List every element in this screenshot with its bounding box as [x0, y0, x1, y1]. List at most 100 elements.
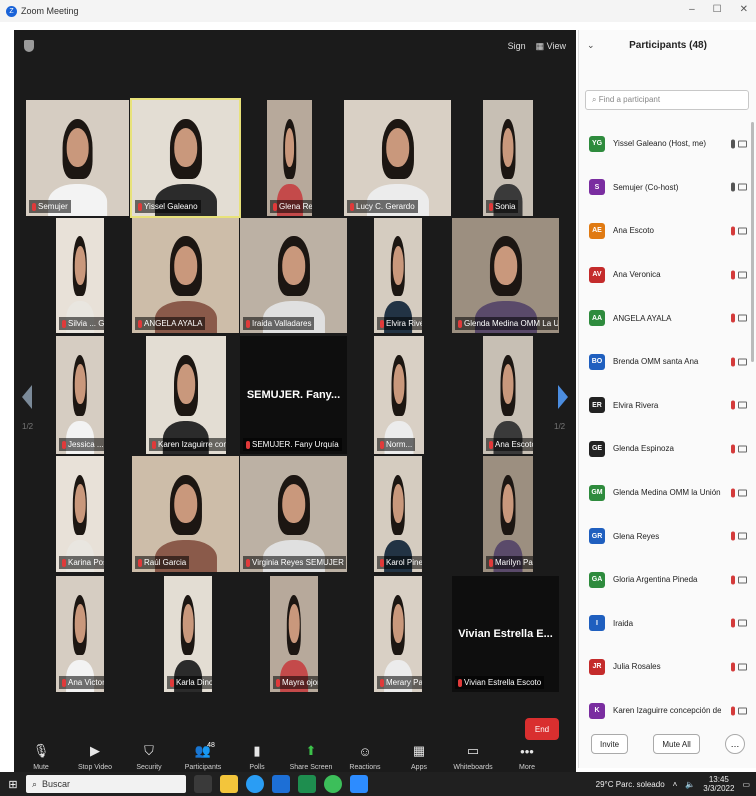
participant-row[interactable]: ER Elvira Rivera — [579, 384, 756, 428]
participant-name: Iraida — [613, 618, 634, 628]
whiteboard-icon: ▭ — [466, 743, 480, 758]
notifications-icon[interactable]: ▭ — [742, 780, 750, 789]
muted-mic-icon — [138, 319, 142, 328]
participant-row[interactable]: AA ANGELA AYALA — [579, 296, 756, 340]
tray-arrow-icon[interactable]: ˄ — [673, 780, 678, 789]
muted-mic-icon — [489, 440, 493, 449]
toolbar-shield-button[interactable]: ⛉ Security — [122, 742, 176, 771]
participant-status-icons — [731, 531, 747, 541]
video-tile[interactable]: Norm... — [374, 336, 424, 454]
video-tile[interactable]: Mayra ojorto herrera — [270, 576, 318, 692]
video-tile[interactable]: ANGELA AYALA — [132, 218, 239, 333]
tile-name-label: SEMUJER. Fany Urquía — [252, 440, 339, 449]
video-tile[interactable]: Elvira Rivera — [374, 218, 422, 333]
tile-name-label: Elvira Rivera — [386, 319, 422, 328]
muted-mic-icon — [731, 488, 735, 498]
invite-button[interactable]: Invite — [591, 734, 629, 754]
maximize-icon[interactable]: ☐ — [713, 4, 722, 15]
taskbar-search-box[interactable]: ⌕ Buscar — [26, 775, 186, 793]
toolbar-whiteboard-button[interactable]: ▭ Whiteboards — [446, 742, 500, 771]
person-face — [284, 127, 295, 168]
participant-row[interactable]: GA Gloria Argentina Pineda — [579, 558, 756, 602]
video-tile[interactable]: Karen Izaguirre concepción d... — [146, 336, 226, 454]
tile-name-label: Merary Padilla — [386, 678, 422, 687]
video-tile[interactable]: Merary Padilla — [374, 576, 422, 692]
tile-name-label: Vivian Estrella Escoto — [464, 678, 542, 687]
toolbar-label: Polls — [249, 764, 265, 771]
participant-row[interactable]: I Iraida — [579, 602, 756, 646]
previous-page-arrow-icon[interactable] — [22, 385, 32, 409]
zoom-taskbar-icon[interactable] — [350, 775, 368, 793]
windows-start-icon[interactable]: ⊞ — [0, 778, 26, 791]
video-tile[interactable]: Karina Posadas — [56, 456, 104, 572]
video-tile[interactable]: Glena Reyes — [267, 100, 312, 216]
video-tile[interactable]: Karla Dinora Colindres — [164, 576, 212, 692]
sign-label[interactable]: Sign — [508, 41, 526, 51]
participant-row[interactable]: JR Julia Rosales — [579, 645, 756, 689]
participant-row[interactable]: BO Brenda OMM santa Ana — [579, 340, 756, 384]
tile-name-label: Yissel Galeano — [144, 202, 198, 211]
participant-list: YG Yissel Galeano (Host, me) S Semujer (Co-… — [579, 122, 756, 732]
end-meeting-button[interactable]: End — [525, 718, 559, 740]
edge-browser-icon[interactable] — [246, 775, 264, 793]
video-tile[interactable]: Marilyn Padilla — [483, 456, 533, 572]
file-explorer-icon[interactable] — [220, 775, 238, 793]
video-tile[interactable]: Iraida Valladares — [240, 218, 347, 333]
video-tile[interactable]: Ana Victoria — [56, 576, 104, 692]
participant-list-scrollbar[interactable] — [751, 122, 754, 362]
word-icon[interactable] — [272, 775, 290, 793]
video-tile[interactable]: Semujer — [26, 100, 129, 216]
person-face — [177, 364, 195, 405]
mute-all-button[interactable]: Mute All — [653, 734, 700, 754]
video-tile[interactable]: Karol Pineda — [374, 456, 422, 572]
toolbar-more-button[interactable]: ••• More — [500, 742, 554, 772]
whatsapp-icon[interactable] — [324, 775, 342, 793]
toolbar-video-camera-button[interactable]: ▶ Stop Video — [68, 742, 122, 771]
tile-name-tag: Iraida Valladares — [243, 317, 315, 330]
participant-search-input[interactable]: ⌕ Find a participant — [585, 90, 749, 110]
participant-row[interactable]: AV Ana Veronica — [579, 253, 756, 297]
task-view-icon[interactable] — [194, 775, 212, 793]
toolbar-apps-button[interactable]: ▦ Apps — [392, 742, 446, 771]
person-face — [74, 245, 86, 285]
mic-icon — [731, 139, 735, 149]
participant-row[interactable]: GE Glenda Espinoza — [579, 427, 756, 471]
toolbar-participants-button[interactable]: 👥 Participants 48 — [176, 742, 230, 771]
video-tile[interactable]: Yissel Galeano — [130, 98, 241, 218]
excel-icon[interactable] — [298, 775, 316, 793]
view-button[interactable]: ▦ View — [536, 41, 566, 52]
participant-row[interactable]: S Semujer (Co-host) — [579, 166, 756, 210]
participant-row[interactable]: GM Glenda Medina OMM la Unión — [579, 471, 756, 515]
video-tile[interactable]: Sonia — [483, 100, 533, 216]
toolbar-poll-button[interactable]: ▮ Polls — [230, 742, 284, 771]
toolbar-microphone-button[interactable]: 🎙 Mute — [14, 742, 68, 771]
taskbar-clock[interactable]: 13:45 3/3/2022 — [703, 775, 734, 793]
poll-icon: ▮ — [253, 743, 261, 758]
toolbar-share-screen-button[interactable]: ⬆ Share Screen — [284, 742, 338, 771]
video-tile[interactable]: Vivian Estrella E... Vivian Estrella Esco… — [452, 576, 559, 692]
toolbar-reactions-button[interactable]: ☺ Reactions — [338, 742, 392, 772]
participant-row[interactable]: K Karen Izaguirre concepción del... — [579, 689, 756, 733]
encryption-shield-icon[interactable] — [24, 40, 34, 52]
speaker-icon[interactable]: 🔈 — [685, 780, 695, 789]
participant-row[interactable]: GR Glena Reyes — [579, 514, 756, 558]
weather-widget[interactable]: 29°C Parc. soleado — [596, 780, 665, 789]
video-tile[interactable]: Lucy C. Gerardo — [344, 100, 451, 216]
video-tile[interactable]: SEMUJER. Fany... SEMUJER. Fany Urquía — [240, 336, 347, 454]
participant-row[interactable]: YG Yissel Galeano (Host, me) — [579, 122, 756, 166]
participant-status-icons — [731, 444, 747, 454]
next-page-arrow-icon[interactable] — [558, 385, 568, 409]
video-tile[interactable]: Jessica ... Ana — [56, 336, 104, 454]
close-icon[interactable]: ✕ — [740, 4, 748, 15]
participant-row[interactable]: AE Ana Escoto — [579, 209, 756, 253]
video-tile[interactable]: Silvia ... G — [56, 218, 104, 333]
video-tile[interactable]: Ana Escoto — [483, 336, 533, 454]
video-tile[interactable]: Glenda Medina OMM La U... — [452, 218, 559, 333]
toolbar-label: Security — [136, 764, 162, 771]
more-options-icon[interactable]: … — [725, 734, 745, 754]
video-tile[interactable]: Raúl Garcia — [132, 456, 239, 572]
tile-name-label: Norm... — [386, 440, 413, 449]
minimize-icon[interactable]: – — [689, 4, 695, 15]
video-tile[interactable]: Virginia Reyes SEMUJER — [240, 456, 347, 572]
tile-name-tag: Lucy C. Gerardo — [347, 200, 418, 213]
